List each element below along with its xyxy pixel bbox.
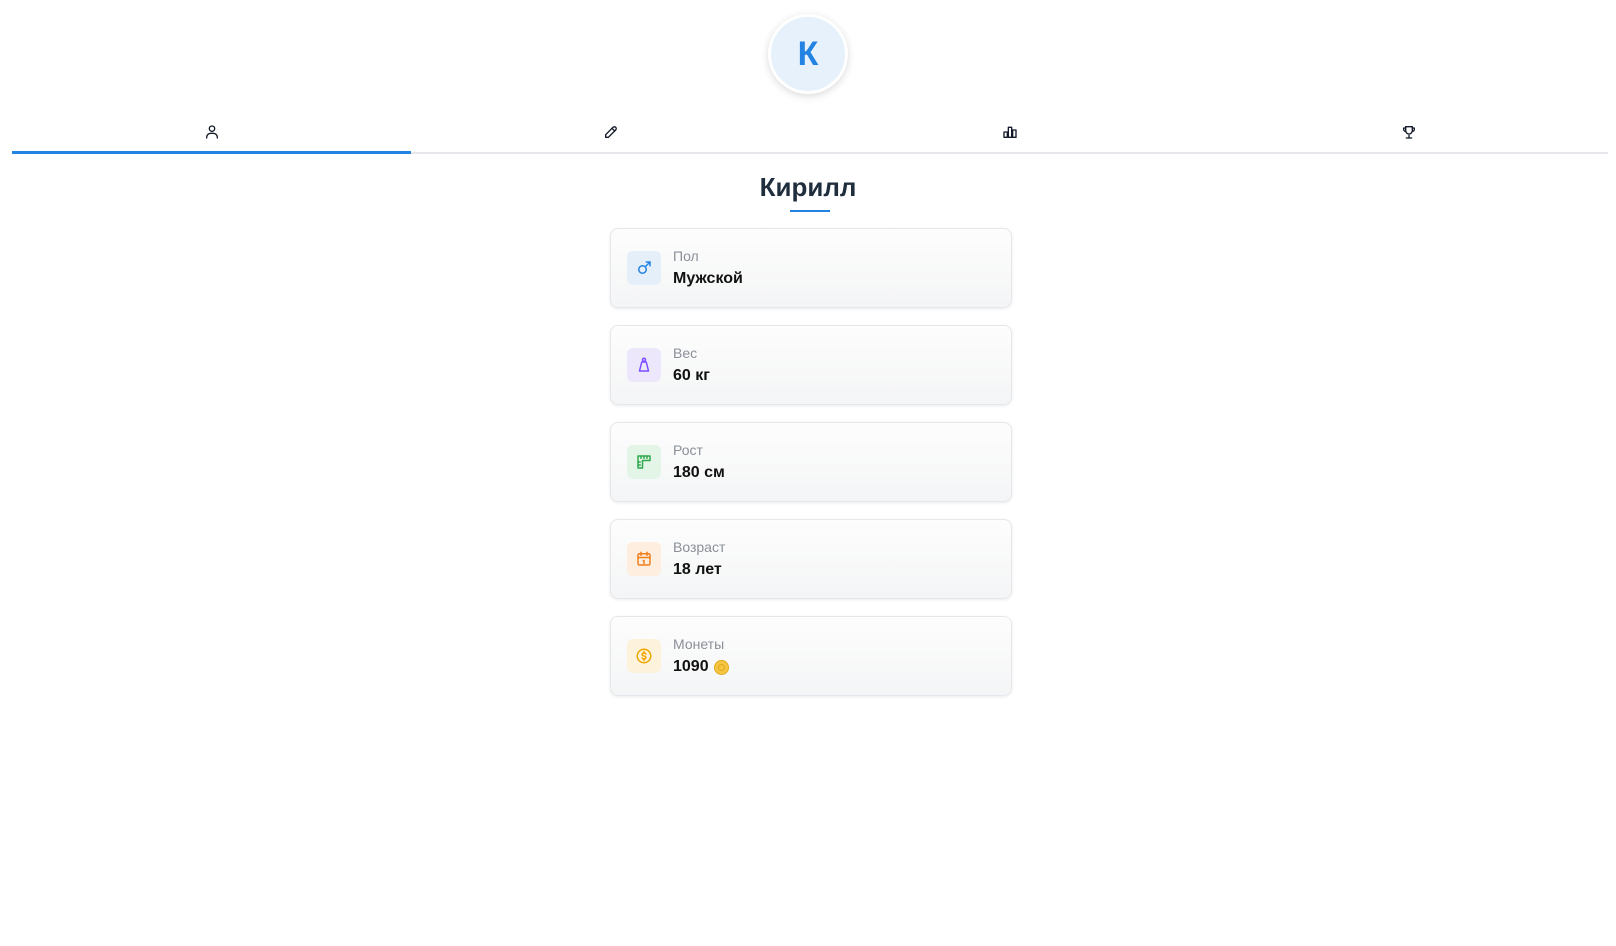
age-value: 18 лет bbox=[673, 561, 722, 578]
tab-leaderboard[interactable] bbox=[810, 112, 1209, 152]
weight-icon bbox=[638, 357, 650, 372]
gender-label: Пол bbox=[673, 248, 699, 264]
profile-name: Кирилл bbox=[759, 172, 857, 202]
trophy-icon bbox=[1402, 126, 1415, 139]
tab-achievements[interactable] bbox=[1209, 112, 1608, 152]
profile-info-list: Пол Мужской Вес 60 кг Рост 180 см Возрас… bbox=[610, 228, 1012, 713]
coins-icon-box bbox=[627, 639, 661, 673]
gender-text: Пол Мужской bbox=[673, 248, 743, 288]
calendar-icon bbox=[637, 551, 651, 566]
weight-card: Вес 60 кг bbox=[610, 325, 1012, 405]
coin-icon bbox=[636, 648, 652, 664]
age-card: Возраст 18 лет bbox=[610, 519, 1012, 599]
age-label: Возраст bbox=[673, 539, 726, 555]
coins-text: Монеты 1090 bbox=[673, 636, 729, 676]
height-icon-box bbox=[627, 445, 661, 479]
coins-value: 1090 bbox=[673, 658, 709, 675]
male-icon bbox=[638, 261, 651, 274]
leaderboard-icon bbox=[1002, 126, 1017, 138]
weight-icon-box bbox=[627, 348, 661, 382]
weight-text: Вес 60 кг bbox=[673, 345, 710, 385]
coins-card: Монеты 1090 bbox=[610, 616, 1012, 696]
pencil-icon bbox=[604, 126, 617, 138]
profile-tabs bbox=[12, 112, 1608, 154]
gender-icon-box bbox=[627, 251, 661, 285]
tab-profile[interactable] bbox=[12, 112, 411, 154]
gender-value: Мужской bbox=[673, 270, 743, 287]
coins-label: Монеты bbox=[673, 636, 725, 652]
age-icon-box bbox=[627, 542, 661, 576]
height-card: Рост 180 см bbox=[610, 422, 1012, 502]
avatar: К bbox=[768, 14, 848, 94]
weight-value: 60 кг bbox=[673, 367, 710, 384]
height-label: Рост bbox=[673, 442, 703, 458]
height-text: Рост 180 см bbox=[673, 442, 725, 482]
gender-card: Пол Мужской bbox=[610, 228, 1012, 308]
user-icon bbox=[205, 125, 218, 139]
coins-value-row: 1090 bbox=[673, 658, 729, 676]
tab-edit[interactable] bbox=[411, 112, 810, 152]
avatar-container: К bbox=[768, 14, 848, 94]
weight-label: Вес bbox=[673, 345, 698, 361]
avatar-initial: К bbox=[797, 34, 819, 73]
age-text: Возраст 18 лет bbox=[673, 539, 725, 579]
profile-page: К Кирилл Пол Мужской Вес 60 кг Рост 180 … bbox=[0, 0, 1616, 946]
name-underline bbox=[790, 210, 830, 212]
ruler-icon bbox=[637, 455, 651, 469]
height-value: 180 см bbox=[673, 464, 725, 481]
coin-badge-icon bbox=[713, 659, 729, 675]
